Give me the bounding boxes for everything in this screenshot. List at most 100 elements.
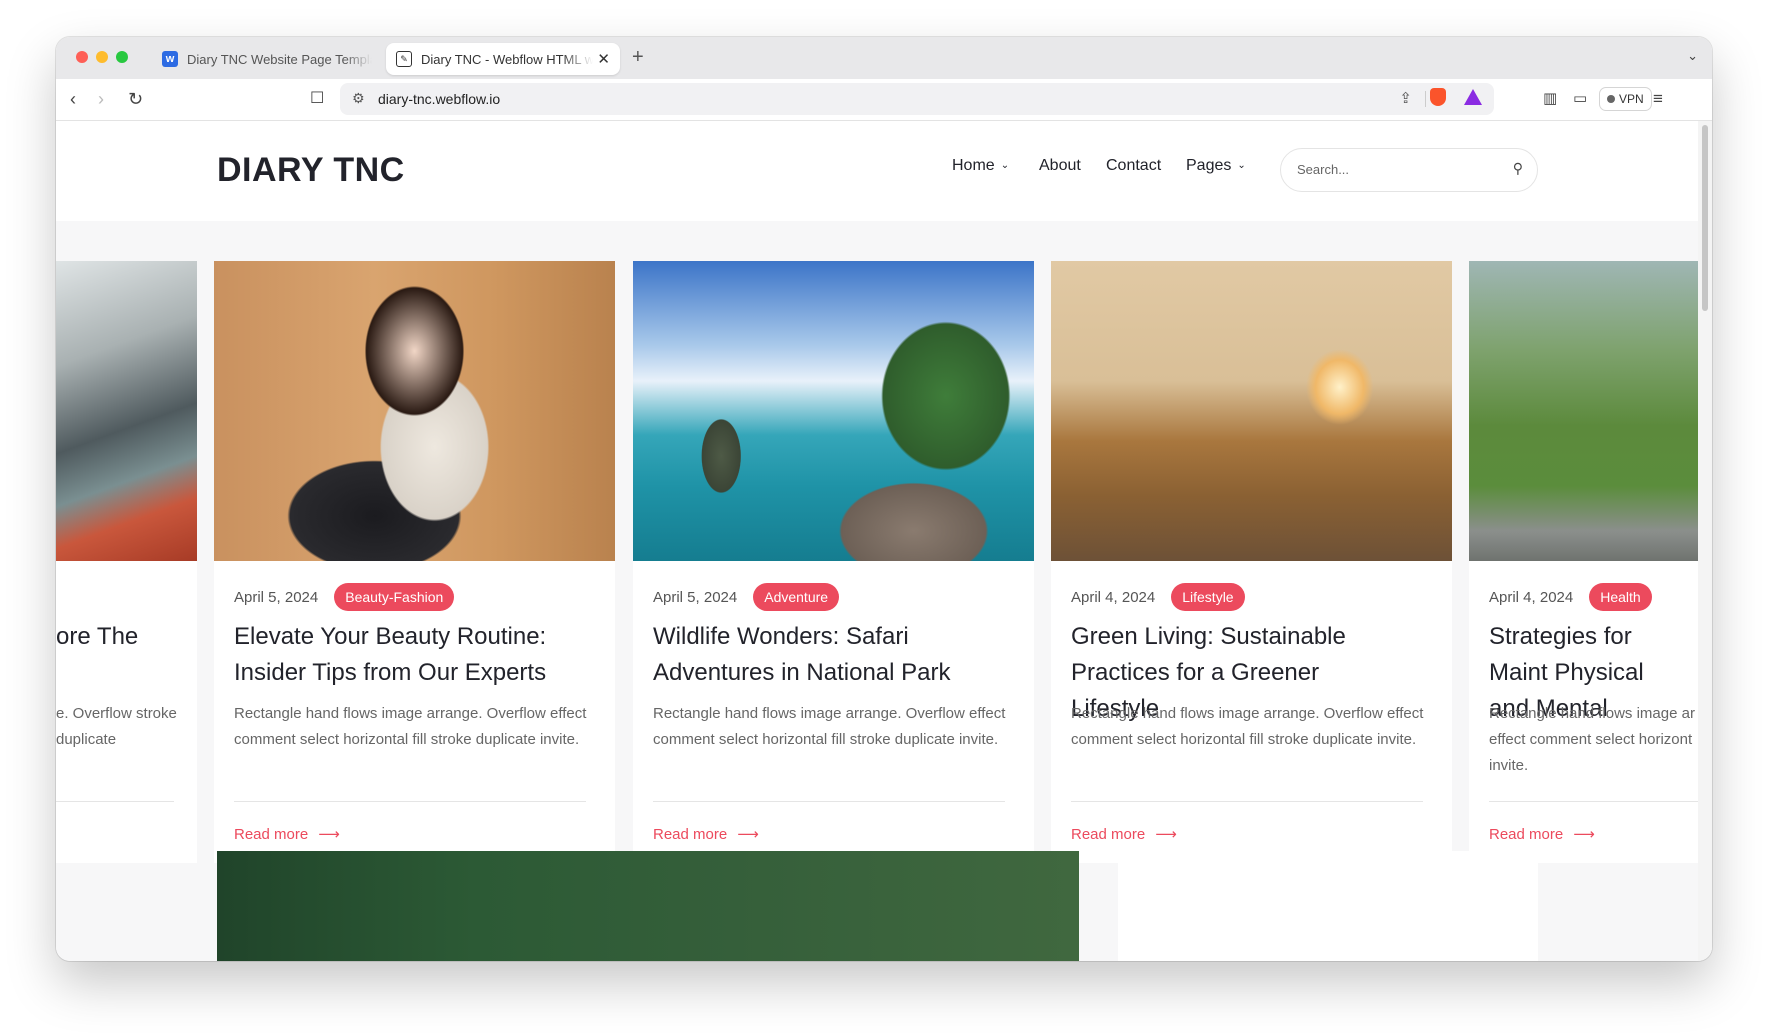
- close-window-button[interactable]: [76, 51, 88, 63]
- category-tag[interactable]: Lifestyle: [1171, 583, 1245, 611]
- chevron-down-icon: ⌄: [1237, 160, 1246, 171]
- nav-label: Contact: [1106, 157, 1162, 174]
- tab-strip: w Diary TNC Website Page Template ✎ Diar…: [56, 37, 1712, 79]
- read-more-link[interactable]: Read more ⟶: [1071, 825, 1177, 843]
- search-input[interactable]: [1295, 161, 1499, 178]
- reload-button[interactable]: ↻: [128, 89, 143, 109]
- post-card[interactable]: April 5, 2024 Beauty-Fashion Elevate You…: [214, 261, 615, 863]
- tab-title: Diary TNC Website Page Template: [187, 51, 372, 67]
- category-tag[interactable]: Beauty-Fashion: [334, 583, 455, 611]
- read-more-label: Read more: [1489, 826, 1564, 843]
- post-date: April 5, 2024: [234, 588, 319, 606]
- category-tag[interactable]: Adventure: [753, 583, 840, 611]
- nav-item-pages[interactable]: Pages ⌄: [1186, 157, 1246, 175]
- post-title[interactable]: Elevate Your Beauty Routine: Insider Tip…: [234, 619, 574, 691]
- post-excerpt: Rectangle hand flows image arrange. Over…: [653, 705, 1006, 748]
- post-card[interactable]: April 4, 2024 Lifestyle Green Living: Su…: [1051, 261, 1452, 863]
- forward-button[interactable]: ›: [98, 89, 104, 109]
- url-text[interactable]: diary-tnc.webflow.io: [378, 91, 500, 107]
- post-title[interactable]: ore The: [56, 619, 197, 655]
- close-tab-icon[interactable]: ✕: [597, 50, 610, 68]
- read-more-link[interactable]: Read more ⟶: [234, 825, 340, 843]
- card-divider: [653, 801, 1005, 802]
- minimize-window-button[interactable]: [96, 51, 108, 63]
- back-button[interactable]: ‹: [70, 89, 76, 109]
- tab-template-page[interactable]: w Diary TNC Website Page Template: [152, 43, 382, 75]
- divider: [1425, 91, 1426, 107]
- chevron-down-icon: ⌄: [1000, 160, 1010, 171]
- card-divider: [56, 801, 174, 802]
- post-image[interactable]: [56, 261, 197, 561]
- post-image[interactable]: [1051, 261, 1452, 561]
- post-date: April 4, 2024: [1071, 588, 1156, 606]
- search-box: ⚲: [1280, 148, 1538, 192]
- featured-post-image[interactable]: [217, 851, 1079, 961]
- menu-icon[interactable]: ≡: [1653, 89, 1663, 109]
- read-more-label: Read more: [1071, 826, 1146, 843]
- nav-label: About: [1039, 157, 1081, 174]
- read-more-label: Read more: [653, 826, 728, 843]
- browser-window: w Diary TNC Website Page Template ✎ Diar…: [56, 37, 1712, 961]
- sidebar-toggle-icon[interactable]: ▥: [1543, 89, 1557, 109]
- sidebar-widget: [1118, 851, 1538, 961]
- nav-label: Home: [952, 157, 995, 174]
- read-more-label: Read more: [234, 826, 309, 843]
- post-image[interactable]: [1469, 261, 1698, 561]
- nav-item-contact[interactable]: Contact: [1106, 157, 1161, 175]
- page-viewport: DIARY TNC Home ⌄ About Contact Pages ⌄ ⚲ o…: [56, 121, 1712, 961]
- post-excerpt-text: Rectangle hand flows image ar effect com…: [1489, 705, 1695, 774]
- read-more-link[interactable]: Read more ⟶: [653, 825, 759, 843]
- tab-list-chevron-icon[interactable]: ⌄: [1687, 48, 1698, 64]
- tab-title: Diary TNC - Webflow HTML website templat…: [421, 51, 594, 67]
- nav-item-about[interactable]: About: [1039, 157, 1081, 175]
- zoom-window-button[interactable]: [116, 51, 128, 63]
- search-icon[interactable]: ⚲: [1513, 160, 1523, 177]
- address-bar[interactable]: ⚙ diary-tnc.webflow.io ⇪: [340, 83, 1494, 115]
- page-scrollbar[interactable]: [1698, 121, 1712, 961]
- nav-item-home[interactable]: Home ⌄: [952, 157, 1009, 175]
- post-excerpt: e. Overflow stroke duplicate: [56, 705, 177, 748]
- vpn-button[interactable]: VPN: [1599, 87, 1652, 111]
- post-meta: April 5, 2024 Beauty-Fashion: [234, 583, 455, 611]
- brave-rewards-icon[interactable]: [1464, 89, 1482, 105]
- bookmark-icon[interactable]: ☐: [310, 89, 324, 109]
- category-tag[interactable]: Health: [1589, 583, 1652, 611]
- site-logo[interactable]: DIARY TNC: [217, 151, 405, 190]
- post-meta: April 5, 2024 Adventure: [653, 583, 840, 611]
- scrollbar-thumb[interactable]: [1702, 125, 1708, 311]
- new-tab-button[interactable]: +: [632, 46, 644, 69]
- arrow-right-icon: ⟶: [1155, 826, 1177, 843]
- card-divider: [1071, 801, 1423, 802]
- post-title[interactable]: Wildlife Wonders: Safari Adventures in N…: [653, 619, 993, 691]
- post-image[interactable]: [214, 261, 615, 561]
- wallet-icon[interactable]: ▭: [1573, 89, 1587, 109]
- vpn-status-icon: [1607, 95, 1615, 103]
- brave-shields-icon[interactable]: [1430, 88, 1446, 106]
- arrow-right-icon: ⟶: [318, 826, 340, 843]
- post-excerpt: Rectangle hand flows image arrange. Over…: [234, 705, 587, 748]
- card-divider: [1489, 801, 1698, 802]
- post-card[interactable]: April 5, 2024 Adventure Wildlife Wonders…: [633, 261, 1034, 863]
- tab-diary-tnc[interactable]: ✎ Diary TNC - Webflow HTML website templ…: [386, 43, 620, 75]
- arrow-right-icon: ⟶: [737, 826, 759, 843]
- share-icon[interactable]: ⇪: [1399, 89, 1412, 107]
- post-excerpt: Rectangle hand flows image ar effect com…: [1489, 701, 1698, 779]
- nav-label: Pages: [1186, 157, 1232, 174]
- site-header: DIARY TNC Home ⌄ About Contact Pages ⌄ ⚲: [56, 121, 1698, 221]
- browser-toolbar: ‹ › ↻ ☐ ⚙ diary-tnc.webflow.io ⇪ ▥ ▭ VPN…: [56, 79, 1712, 121]
- post-meta: April 4, 2024 Lifestyle: [1071, 583, 1245, 611]
- post-card[interactable]: ore The e. Overflow stroke duplicate: [56, 261, 197, 863]
- read-more-link[interactable]: Read more ⟶: [1489, 825, 1595, 843]
- webflow-icon: w: [162, 51, 178, 67]
- card-divider: [234, 801, 586, 802]
- diary-icon: ✎: [396, 51, 412, 67]
- post-meta: April 4, 2024 Health: [1489, 583, 1652, 611]
- vpn-label: VPN: [1619, 92, 1644, 106]
- site-settings-icon[interactable]: ⚙: [352, 90, 365, 107]
- post-excerpt: Rectangle hand flows image arrange. Over…: [1071, 705, 1424, 748]
- arrow-right-icon: ⟶: [1573, 826, 1595, 843]
- post-date: April 4, 2024: [1489, 588, 1574, 606]
- post-card[interactable]: April 4, 2024 Health Strategies for Main…: [1469, 261, 1698, 863]
- post-date: April 5, 2024: [653, 588, 738, 606]
- post-image[interactable]: [633, 261, 1034, 561]
